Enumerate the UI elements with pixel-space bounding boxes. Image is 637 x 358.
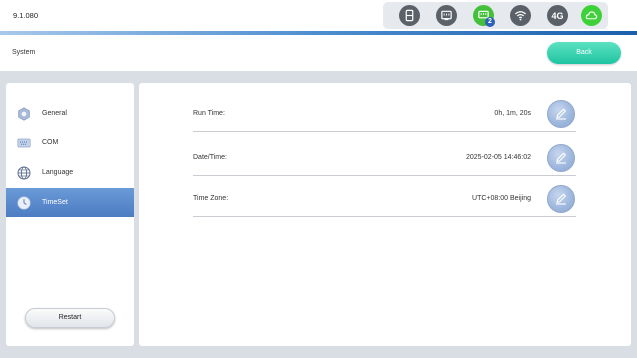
time-zone-row: Time Zone: UTC+08:00 Beijing (193, 173, 576, 217)
pencil-icon (556, 193, 566, 205)
back-button[interactable]: Back (547, 42, 621, 64)
date-time-value: 2025-02-05 14:46:02 (466, 154, 531, 161)
sidebar-item-language[interactable]: Language (6, 158, 134, 187)
ethernet-icon[interactable] (436, 5, 457, 26)
date-time-label: Date/Time: (193, 154, 227, 161)
edit-time-zone-button[interactable] (547, 185, 575, 213)
settings-sidebar: General COM Language TimeSet Restart (6, 83, 134, 346)
cellular-4g-icon[interactable]: 4G (547, 5, 568, 26)
status-bar: 9.1.080 2 4G (0, 0, 637, 35)
run-time-label: Run Time: (193, 110, 225, 117)
ethernet-status-icon[interactable]: 2 (473, 5, 495, 27)
status-icon-tray: 2 4G (383, 2, 608, 29)
clock-icon (17, 195, 31, 210)
pencil-icon (556, 152, 566, 164)
sidebar-item-label: TimeSet (42, 199, 68, 206)
globe-icon (17, 166, 31, 180)
page-header: System Back (0, 35, 637, 71)
time-zone-value: UTC+08:00 Beijing (472, 195, 531, 202)
com-port-icon (17, 136, 31, 150)
cellular-4g-label: 4G (551, 10, 564, 21)
run-time-row: Run Time: 0h, 1m, 20s (193, 88, 576, 132)
firmware-version: 9.1.080 (13, 11, 39, 20)
wifi-icon[interactable] (510, 5, 531, 26)
date-time-row: Date/Time: 2025-02-05 14:46:02 (193, 132, 576, 176)
sidebar-item-com[interactable]: COM (6, 128, 134, 157)
restart-button[interactable]: Restart (25, 308, 115, 328)
connection-count-badge: 2 (485, 17, 495, 27)
sim-card-icon[interactable] (399, 5, 420, 26)
timeset-panel: Run Time: 0h, 1m, 20s Date/Time: 2025-02… (139, 83, 631, 346)
sidebar-item-timeset[interactable]: TimeSet (6, 188, 134, 217)
sidebar-item-label: Language (42, 169, 74, 176)
sidebar-item-general[interactable]: General (6, 99, 134, 128)
edit-date-time-button[interactable] (547, 144, 575, 172)
page-title: System (12, 49, 36, 56)
sidebar-item-label: General (42, 110, 67, 117)
run-time-value: 0h, 1m, 20s (494, 110, 531, 117)
cloud-icon[interactable] (581, 5, 602, 26)
pencil-icon (556, 108, 566, 120)
edit-run-time-button[interactable] (547, 100, 575, 128)
time-zone-label: Time Zone: (193, 195, 229, 202)
sidebar-item-label: COM (42, 139, 59, 146)
gear-icon (17, 106, 31, 121)
